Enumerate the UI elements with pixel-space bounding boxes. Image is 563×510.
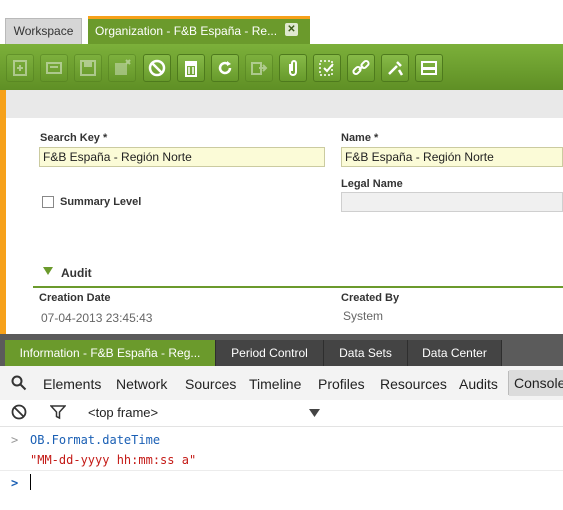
summary-level-checkbox[interactable] [42,196,54,208]
form-accent-bar [0,90,6,334]
name-label: Name * [341,132,379,144]
console-input-prompt: > [11,433,19,447]
tab-organization[interactable]: Organization - F&B España - Re... [88,16,310,44]
creation-date-label: Creation Date [39,292,111,304]
link-icon [352,59,370,76]
new-document-icon [46,62,62,74]
tools-icon [388,61,404,76]
filter-icon[interactable] [50,404,66,420]
new-record-icon [13,60,27,76]
audit-icon [319,60,334,76]
grid-view-button[interactable] [415,54,443,82]
devtools-tab-audits[interactable]: Audits [459,376,498,392]
devtools-tab-sources[interactable]: Sources [185,376,236,392]
creation-date-value: 07-04-2013 23:45:43 [41,311,153,325]
created-by-value: System [343,309,384,323]
dropdown-arrow-icon[interactable] [309,409,320,417]
devtools-tab-resources[interactable]: Resources [380,376,447,392]
console-output-line: "MM-dd-yyyy hh:mm:ss a" [30,453,197,467]
save-button[interactable] [74,54,102,82]
created-by-label: Created By [341,292,400,304]
console-input-line: OB.Format.dateTime [30,433,161,447]
tab-period-control[interactable]: Period Control [216,340,324,366]
console-divider [0,470,563,471]
refresh-button[interactable] [211,54,239,82]
name-field[interactable]: F&B España - Región Norte [341,147,563,167]
save-close-icon [115,59,131,75]
save-close-button[interactable] [108,54,136,82]
audit-button[interactable] [313,54,341,82]
close-icon[interactable]: ✕ [285,23,298,36]
devtools-tab-console[interactable]: Console [509,370,563,396]
trash-icon [185,61,197,77]
link-button[interactable] [347,54,375,82]
legal-name-field[interactable] [341,192,563,212]
tab-data-sets[interactable]: Data Sets [324,340,408,366]
form-header-band [6,90,563,118]
delete-button[interactable] [177,54,205,82]
save-icon [80,60,96,76]
summary-level-label: Summary Level [60,196,142,208]
export-icon [251,62,268,75]
clear-console-icon[interactable] [11,404,27,420]
refresh-icon [218,61,232,75]
grid-icon [421,61,437,75]
search-key-label: Search Key * [40,132,108,144]
tab-workspace[interactable]: Workspace [5,18,82,44]
new-document-button[interactable] [40,54,68,82]
legal-name-label: Legal Name [341,178,403,190]
frame-selector[interactable]: <top frame> [88,405,158,420]
export-button[interactable] [245,54,273,82]
devtools-tab-profiles[interactable]: Profiles [318,376,365,392]
console-prompt: > [11,476,19,490]
console-caret[interactable] [30,474,31,490]
search-icon[interactable] [11,375,27,391]
devtools-tab-elements[interactable]: Elements [43,376,101,392]
tab-information[interactable]: Information - F&B España - Reg... [5,340,216,366]
collapse-arrow-icon[interactable] [43,267,53,275]
tools-button[interactable] [381,54,409,82]
cancel-icon [148,59,166,77]
console-toolbar [0,400,563,427]
tab-data-center[interactable]: Data Center [408,340,502,366]
undo-button[interactable] [143,54,171,82]
search-key-field[interactable]: F&B España - Región Norte [39,147,325,167]
section-divider [33,286,563,288]
new-record-button[interactable] [6,54,34,82]
paperclip-icon [289,60,297,76]
audit-section-title[interactable]: Audit [61,266,92,280]
attach-button[interactable] [279,54,307,82]
devtools-tab-timeline[interactable]: Timeline [249,376,301,392]
devtools-tab-network[interactable]: Network [116,376,167,392]
